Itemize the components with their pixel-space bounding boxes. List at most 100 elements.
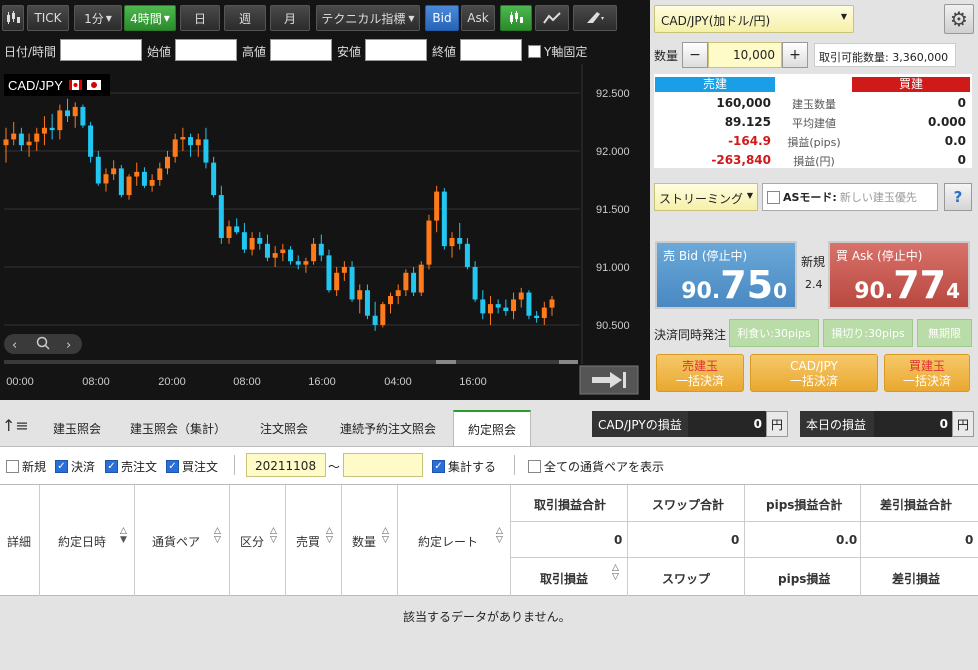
japan-flag-icon <box>87 80 101 90</box>
aggregate-checkbox[interactable]: ✓ 集計する <box>432 458 496 475</box>
timeframe-week-button[interactable]: 週 <box>224 5 266 31</box>
filter-buy-checkbox[interactable]: ✓ 買注文 <box>166 458 218 475</box>
empty-table-area: 該当するデータがありません。 <box>0 596 978 670</box>
sort-desc-icon[interactable]: △ ▼ <box>120 527 127 545</box>
timeframe-4hour-dropdown[interactable]: 4時間 ▼ <box>124 5 176 31</box>
new-order-label: 新規 <box>801 255 826 269</box>
quantity-plus-button[interactable]: + <box>782 42 808 68</box>
col-pair[interactable]: 通貨ペア <box>152 533 200 550</box>
help-button[interactable]: ? <box>944 183 972 211</box>
bid-price: 90.750 <box>681 263 787 307</box>
spread-value: 2.4 <box>805 278 823 291</box>
currency-pair-select[interactable]: CAD/JPY(加ドル/円) ▼ <box>654 5 854 33</box>
bid-button[interactable]: Bid <box>425 5 459 31</box>
line-chart-icon[interactable] <box>535 5 569 31</box>
gear-icon[interactable]: ⚙ <box>944 4 974 34</box>
candle-body <box>172 139 178 157</box>
checkmark-icon[interactable]: ✓ <box>55 460 68 473</box>
checkmark-icon[interactable]: ✓ <box>166 460 179 473</box>
total-net-value: 0 <box>965 533 974 547</box>
quantity-input[interactable]: 10,000 <box>708 42 782 68</box>
candle-body <box>88 125 94 157</box>
chart-scrollbar-end[interactable] <box>559 360 578 364</box>
sell-value: -263,840 <box>655 150 775 168</box>
take-profit-button[interactable]: 利食い:30pips <box>729 319 819 347</box>
chevron-down-icon: ▼ <box>408 13 415 23</box>
quantity-minus-button[interactable]: − <box>682 42 708 68</box>
candle-body <box>188 137 194 146</box>
col-total-swap: スワップ合計 <box>652 498 725 512</box>
filter-settle-checkbox[interactable]: ✓ 決済 <box>55 458 95 475</box>
date-from-input[interactable]: 20211108 <box>246 453 326 477</box>
sort-icon[interactable]: △ ▽ <box>496 527 503 545</box>
candle-chart-icon[interactable] <box>500 5 532 31</box>
tab-positions[interactable]: 建玉照会 <box>38 410 116 446</box>
ask-price-button[interactable]: 買 Ask (停止中) 90.774 <box>828 241 970 309</box>
sort-list-icon[interactable]: ↑≡ <box>2 416 29 435</box>
col-side[interactable]: 売買 <box>296 533 320 550</box>
ask-button[interactable]: Ask <box>461 5 495 31</box>
chevron-down-icon: ▼ <box>746 191 753 200</box>
y-axis-fix-checkbox[interactable]: Y軸固定 <box>528 43 587 60</box>
tab-executions[interactable]: 約定照会 <box>453 410 531 446</box>
col-exec-date[interactable]: 約定日時 <box>58 533 106 550</box>
quantity-label: 数量 <box>654 49 679 63</box>
canada-flag-icon <box>69 80 82 90</box>
sort-icon[interactable]: △ ▽ <box>326 527 333 545</box>
tick-button[interactable]: TICK <box>27 5 69 31</box>
draw-tool-icon[interactable] <box>573 5 617 31</box>
filter-new-checkbox[interactable]: 新規 <box>6 458 46 475</box>
scroll-right-icon[interactable]: › <box>66 338 71 353</box>
buy-value: 0 <box>852 150 970 168</box>
technical-indicator-dropdown[interactable]: テクニカル指標 ▼ <box>316 5 420 31</box>
sort-icon[interactable]: △ ▽ <box>214 527 221 545</box>
sort-icon[interactable]: △ ▽ <box>382 527 389 545</box>
filter-new-box[interactable] <box>6 460 19 473</box>
candle-body <box>503 307 509 312</box>
sort-icon[interactable]: △ ▽ <box>612 564 619 582</box>
candle-body <box>41 127 47 134</box>
y-tick-label: 91.000 <box>596 262 630 274</box>
close-all-sell-button[interactable]: 売建玉 一括決済 <box>656 354 744 392</box>
y-axis-fix-box[interactable] <box>528 45 541 58</box>
expiry-button[interactable]: 無期限 <box>917 319 972 347</box>
timeframe-1min-dropdown[interactable]: 1分 ▼ <box>74 5 122 31</box>
filter-sell-checkbox[interactable]: ✓ 売注文 <box>105 458 157 475</box>
simultaneous-order-label: 決済同時発注 <box>654 328 727 342</box>
candle-body <box>134 171 140 177</box>
all-pairs-checkbox[interactable]: 全ての通貨ペアを表示 <box>528 458 664 475</box>
chart-scrollbar-thumb[interactable] <box>436 360 456 364</box>
candlestick-type-icon[interactable] <box>2 5 24 31</box>
currency-pair-value: CAD/JPY(加ドル/円) <box>661 14 771 28</box>
col-exec-rate[interactable]: 約定レート <box>418 533 478 550</box>
col-qty[interactable]: 数量 <box>352 533 376 550</box>
pair-pl-label: CAD/JPYの損益 <box>592 411 688 437</box>
checkmark-icon[interactable]: ✓ <box>432 460 445 473</box>
summary-row-label: 平均建値 <box>792 117 836 130</box>
timeframe-month-button[interactable]: 月 <box>270 5 310 31</box>
tab-positions-summary[interactable]: 建玉照会（集計） <box>120 410 236 446</box>
date-to-input[interactable] <box>343 453 423 477</box>
streaming-select[interactable]: ストリーミング ▼ <box>654 183 758 211</box>
close-all-buy-button[interactable]: 買建玉 一括決済 <box>884 354 970 392</box>
scroll-left-icon[interactable]: ‹ <box>12 338 17 353</box>
col-pl[interactable]: 取引損益 <box>540 570 588 587</box>
stop-loss-button[interactable]: 損切り:30pips <box>823 319 913 347</box>
all-pairs-label: 全ての通貨ペアを表示 <box>544 460 665 474</box>
as-mode-checkbox[interactable]: ASモード: 新しい建玉優先 <box>762 183 938 211</box>
checkmark-icon[interactable]: ✓ <box>105 460 118 473</box>
x-tick-label: 00:00 <box>6 376 34 388</box>
sort-icon[interactable]: △ ▽ <box>270 527 277 545</box>
close-all-pair-button[interactable]: CAD/JPY 一括決済 <box>750 354 878 392</box>
price-chart[interactable]: 92.500 92.000 91.500 91.000 90.500 00:00 08:0… <box>0 64 650 400</box>
candle-body <box>280 249 286 254</box>
tab-ifd-orders[interactable]: 連続予約注文照会 <box>330 410 446 446</box>
timeframe-day-button[interactable]: 日 <box>180 5 220 31</box>
tab-orders[interactable]: 注文照会 <box>248 410 320 446</box>
candle-body <box>334 272 340 291</box>
chart-scrollbar[interactable] <box>4 360 578 364</box>
bid-price-button[interactable]: 売 Bid (停止中) 90.750 <box>655 241 797 309</box>
col-kubun[interactable]: 区分 <box>240 533 264 550</box>
all-pairs-box[interactable] <box>528 460 541 473</box>
as-mode-box[interactable] <box>767 190 780 204</box>
